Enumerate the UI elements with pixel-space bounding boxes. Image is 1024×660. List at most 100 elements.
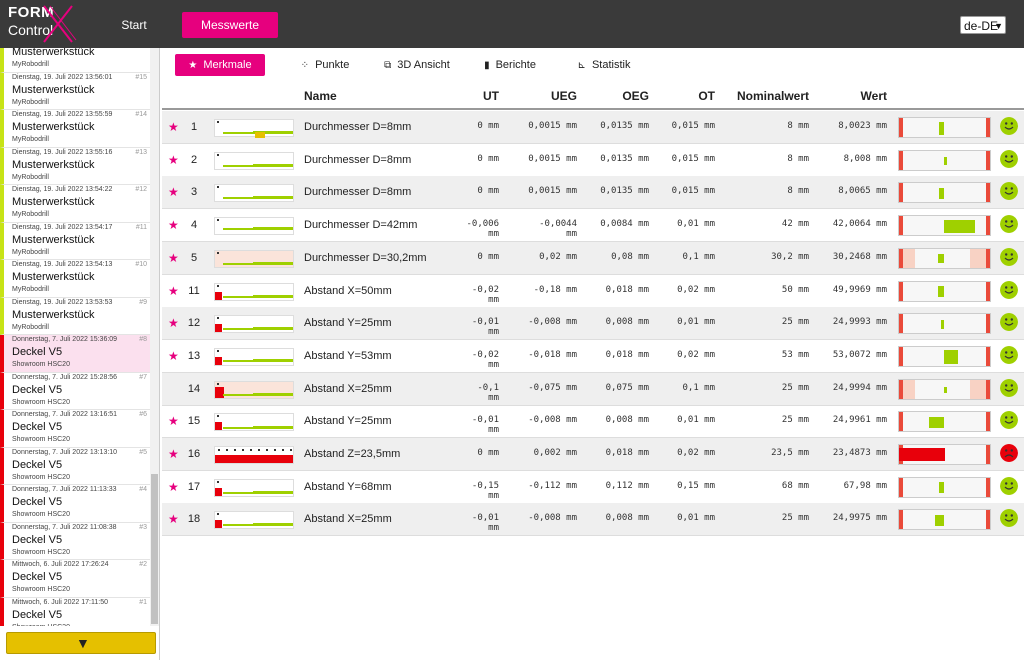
table-row[interactable]: ★ 4 Durchmesser D=42mm -0,006 mm -0,0044 mm 0… [162,209,1024,243]
nav-messwerte[interactable]: Messwerte [182,12,278,38]
tab-3d-ansicht[interactable]: ⧉ 3D Ansicht [372,54,462,76]
list-item[interactable]: Donnerstag, 7. Juli 2022 13:16:51 #6 Decke… [0,410,150,448]
list-item-title: Musterwerkstück [12,83,95,96]
trend-sparkline [214,446,294,464]
star-icon[interactable]: ★ [168,251,179,265]
list-item[interactable]: Musterwerkstück MyRobodrill [0,48,150,73]
trend-sparkline [214,380,294,399]
list-item[interactable]: Dienstag, 19. Juli 2022 13:54:22 #12 Muste… [0,185,150,223]
cell-ot: 0,15 mm [677,480,715,491]
cell-ueg: 0,0015 mm [528,121,577,131]
cell-ueg: 0,0015 mm [528,153,577,164]
star-icon[interactable]: ★ [168,284,179,298]
trend-sparkline [214,151,294,170]
tab-punkte[interactable]: ⁘ Punkte [290,54,360,76]
cell-nominal: 8 mm [787,186,809,197]
list-item-date: Dienstag, 19. Juli 2022 13:54:17 [12,223,113,231]
tab-merkmale[interactable]: ★ Merkmale [175,54,265,76]
row-number: 5 [190,251,198,264]
cell-ut: -0,006 mm [466,219,499,240]
list-item-number: #2 [139,561,147,568]
cell-ot: 0,01 mm [677,317,715,328]
star-icon[interactable]: ★ [168,153,179,167]
list-item-machine: Showroom HSC20 [12,398,70,406]
list-item[interactable]: Mittwoch, 6. Juli 2022 17:26:24 #2 Deckel … [0,560,150,598]
table-row[interactable]: ★ 17 Abstand Y=68mm -0,15 mm -0,112 mm 0,112 … [162,471,1024,504]
list-item[interactable]: Dienstag, 19. Juli 2022 13:55:16 #13 Muste… [0,147,150,185]
list-item[interactable]: Donnerstag, 7. Juli 2022 15:36:09 #8 Decke… [0,335,150,373]
feature-name: Abstand Z=23,5mm [304,448,401,460]
cell-ueg: -0,0044 mm [539,219,577,240]
star-icon[interactable]: ★ [168,316,179,330]
tab-statistik[interactable]: ⊾ Statistik [564,54,644,76]
table-row[interactable]: ★ 3 Durchmesser D=8mm 0 mm 0,0015 mm 0,0135 m… [162,176,1024,210]
col-oeg: OEG [622,89,649,103]
col-name: Name [304,89,337,103]
star-icon[interactable]: ★ [168,447,179,461]
row-number: 2 [190,153,198,166]
tab-berichte[interactable]: ▮ Berichte [474,54,546,76]
table-row[interactable]: ★ 15 Abstand Y=25mm -0,01 mm -0,008 mm 0,008 … [162,405,1024,439]
language-select[interactable]: de-DE ▼ [960,16,1006,34]
trend-sparkline [214,347,294,366]
table-row[interactable]: ★ 16 Abstand Z=23,5mm 0 mm 0,002 mm 0,018 mm 0… [162,438,1024,471]
trend-sparkline [214,413,294,432]
table-row[interactable]: ★ 2 Durchmesser D=8mm 0 mm 0,0015 mm 0,0135 m… [162,144,1024,177]
sidebar-scrollbar[interactable] [150,48,159,626]
list-item[interactable]: Donnerstag, 7. Juli 2022 11:13:33 #4 Decke… [0,485,150,523]
list-item[interactable]: Donnerstag, 7. Juli 2022 11:08:38 #3 Decke… [0,522,150,560]
list-item-title: Musterwerkstück [12,48,95,58]
list-item-machine: MyRobodrill [12,136,49,143]
cell-wert: 24,9993 mm [832,317,887,328]
list-item-date: Dienstag, 19. Juli 2022 13:54:22 [12,186,113,193]
cell-nominal: 50 mm [781,284,809,295]
star-icon[interactable]: ★ [168,218,179,232]
list-item[interactable]: Mittwoch, 6. Juli 2022 17:11:50 #1 Deckel … [0,597,150,626]
cell-oeg: 0,008 mm [605,317,649,328]
list-item[interactable]: Dienstag, 19. Juli 2022 13:54:13 #10 Muste… [0,260,150,298]
cell-nominal: 68 mm [781,480,809,491]
list-item-title: Musterwerkstück [12,196,95,208]
star-icon[interactable]: ★ [168,349,179,363]
star-icon[interactable]: ★ [168,414,179,428]
list-item[interactable]: Donnerstag, 7. Juli 2022 15:28:56 #7 Decke… [0,372,150,410]
star-icon[interactable]: ★ [168,480,179,494]
table-row[interactable]: ★ 11 Abstand X=50mm -0,02 mm -0,18 mm 0,018 m… [162,275,1024,308]
list-item[interactable]: Dienstag, 19. Juli 2022 13:55:59 #14 Muste… [0,110,150,148]
cell-ut: 0 mm [477,448,499,458]
cell-ut: 0 mm [477,153,499,164]
trend-sparkline [214,315,294,334]
star-icon[interactable]: ★ [168,185,179,199]
list-item-title: Musterwerkstück [12,158,95,171]
sad-face-icon [1000,444,1018,462]
table-row[interactable]: ★ 13 Abstand Y=53mm -0,02 mm -0,018 mm 0,018 … [162,340,1024,373]
cell-nominal: 25 mm [781,513,809,524]
feature-name: Durchmesser D=8mm [304,186,412,199]
star-icon[interactable]: ★ [168,512,179,526]
cell-wert: 8,008 mm [843,153,887,164]
tolerance-bar [898,280,991,302]
list-item[interactable]: Dienstag, 19. Juli 2022 13:54:17 #11 Muste… [0,222,150,260]
list-item[interactable]: Dienstag, 19. Juli 2022 13:53:53 #9 Muster… [0,297,150,335]
cell-oeg: 0,008 mm [605,513,649,524]
trend-sparkline [214,119,294,138]
list-item[interactable]: Donnerstag, 7. Juli 2022 13:13:10 #5 Decke… [0,447,150,485]
list-item[interactable]: Dienstag, 19. Juli 2022 13:56:01 #15 Muste… [0,72,150,110]
table-row[interactable]: ★ 18 Abstand X=25mm -0,01 mm -0,008 mm 0,008 … [162,503,1024,537]
cell-oeg: 0,0135 mm [600,153,649,164]
col-wert: Wert [860,89,887,103]
list-item-machine: Showroom HSC20 [12,548,70,556]
smiley-face-icon [1000,280,1018,299]
list-item-title: Deckel V5 [12,346,63,358]
cell-nominal: 42 mm [781,219,809,230]
filter-button[interactable]: ▼ [6,632,156,654]
table-row[interactable]: 14 Abstand X=25mm -0,1 mm -0,075 mm 0,075 mm… [162,372,1024,406]
table-row[interactable]: ★ 5 Durchmesser D=30,2mm 0 mm 0,02 mm 0,08 mm… [162,241,1024,275]
table-row[interactable]: ★ 1 Durchmesser D=8mm 0 mm 0,0015 mm 0,0135 m… [162,111,1024,144]
cell-wert: 23,4873 mm [832,448,887,458]
sidebar-scrollbar-thumb[interactable] [151,474,158,624]
table-row[interactable]: ★ 12 Abstand Y=25mm -0,01 mm -0,008 mm 0,008 … [162,307,1024,341]
nav-start[interactable]: Start [110,12,158,38]
tolerance-bar [898,215,991,237]
star-icon[interactable]: ★ [168,120,179,134]
